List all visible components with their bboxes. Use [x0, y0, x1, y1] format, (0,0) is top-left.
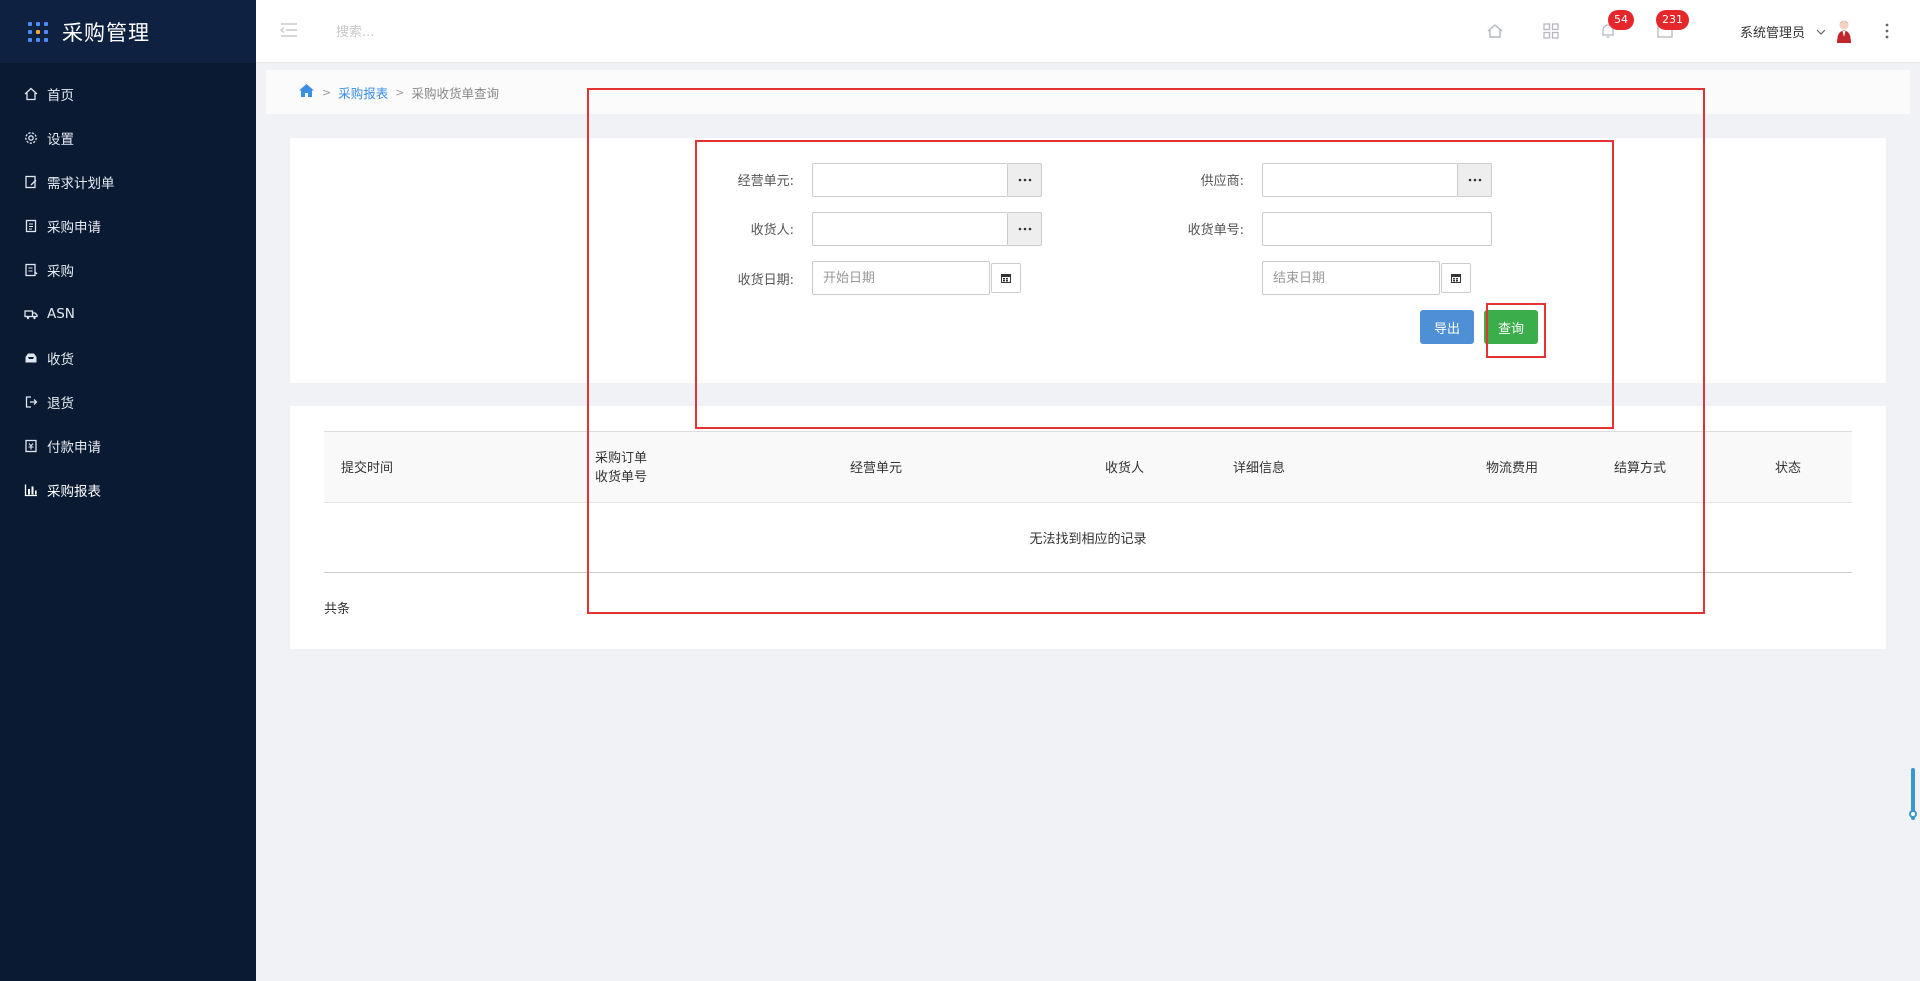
annotation-box-filter [695, 140, 1614, 429]
topbar: 54 231 系统管理员 [256, 0, 1920, 63]
sidebar-item-label: 设置 [47, 132, 74, 148]
notification-badge: 54 [1608, 10, 1634, 30]
sidebar-item-return[interactable]: 退货 [0, 380, 256, 424]
grid-icon[interactable] [1542, 22, 1560, 40]
sidebar-item-purchase-request[interactable]: 采购申请 [0, 204, 256, 248]
sidebar-item-label: ASN [47, 306, 75, 322]
breadcrumb-current: 采购收货单查询 [411, 85, 499, 101]
sidebar-item-label: 需求计划单 [47, 176, 115, 192]
scrollbar-handle[interactable] [1909, 810, 1917, 818]
sidebar-item-label: 采购申请 [47, 220, 101, 236]
sidebar-item-receiving[interactable]: 收货 [0, 336, 256, 380]
breadcrumb-separator: > [395, 85, 405, 99]
sidebar-item-label: 收货 [47, 352, 74, 368]
avatar[interactable] [1834, 18, 1854, 44]
breadcrumb-separator: > [322, 85, 332, 99]
app-title: 采购管理 [62, 20, 150, 45]
breadcrumb-link-purchase-report[interactable]: 采购报表 [338, 83, 388, 102]
total-count: 共条 [324, 602, 351, 617]
search-input[interactable] [336, 20, 596, 44]
gear-icon [24, 131, 38, 145]
sidebar-item-demand-plan[interactable]: 需求计划单 [0, 160, 256, 204]
sidebar-item-label: 付款申请 [47, 440, 101, 456]
column-header-status[interactable]: 状态 [1775, 432, 1801, 504]
chevron-down-icon[interactable] [1816, 25, 1826, 40]
sidebar-item-label: 采购 [47, 264, 74, 280]
sidebar-item-payment-request[interactable]: 付款申请 [0, 424, 256, 468]
document-edit-icon [24, 175, 38, 189]
apps-grid-icon[interactable] [28, 21, 48, 42]
collapse-menu-icon[interactable] [279, 22, 298, 38]
bar-chart-icon [24, 483, 38, 497]
form-icon [24, 219, 38, 233]
exit-icon [24, 395, 38, 409]
sidebar-item-home[interactable]: 首页 [0, 72, 256, 116]
more-vertical-icon[interactable] [1884, 20, 1890, 42]
home-icon[interactable] [298, 83, 315, 101]
payment-icon [24, 439, 38, 453]
inbox-icon [24, 351, 38, 365]
sidebar-item-purchase-report[interactable]: 采购报表 [0, 468, 256, 512]
sidebar-item-purchase[interactable]: 采购 [0, 248, 256, 292]
user-name[interactable]: 系统管理员 [1740, 22, 1805, 41]
sidebar-item-label: 退货 [47, 396, 74, 412]
home-icon [24, 87, 38, 101]
truck-icon [24, 307, 38, 321]
home-icon[interactable] [1486, 22, 1504, 40]
list-icon [24, 263, 38, 277]
brand: 采购管理 [0, 0, 256, 63]
annotation-box-query-button [1486, 303, 1546, 358]
message-badge: 231 [1656, 10, 1689, 30]
sidebar-item-label: 首页 [47, 88, 74, 104]
sidebar-item-settings[interactable]: 设置 [0, 116, 256, 160]
sidebar-item-asn[interactable]: ASN [0, 292, 256, 336]
sidebar-menu: 首页 设置 需求计划单 采购申请 采购 ASN 收货 退货 付款申请 采购报表 [0, 63, 256, 512]
column-header-submit-time[interactable]: 提交时间 [341, 432, 393, 504]
sidebar: 采购管理 首页 设置 需求计划单 采购申请 采购 ASN 收货 退货 付款申请 … [0, 0, 256, 981]
sidebar-item-label: 采购报表 [47, 484, 101, 500]
